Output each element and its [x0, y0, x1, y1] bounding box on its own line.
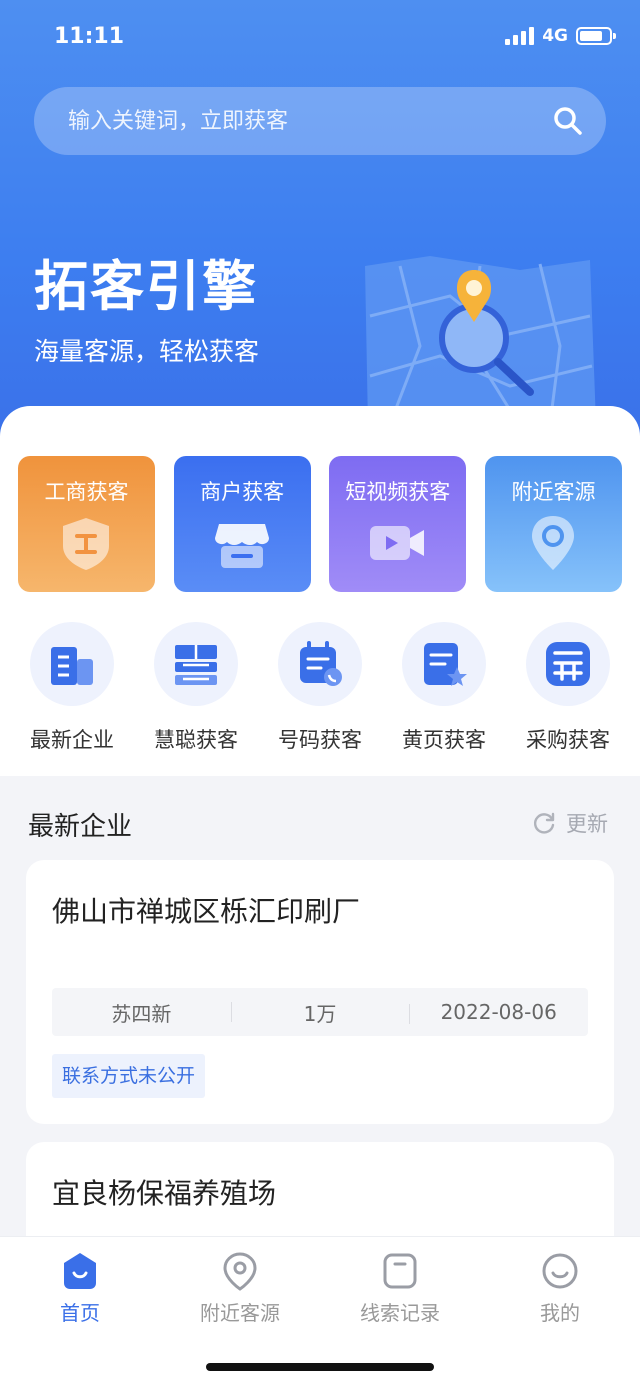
tab-label: 我的 [540, 1301, 580, 1325]
card-label: 附近客源 [511, 480, 596, 504]
enterprise-name: 宜良杨保福养殖场 [52, 1177, 277, 1210]
enterprise-capital: 1万 [230, 998, 410, 1027]
grid-label: 慧聪获客 [154, 728, 238, 752]
grid-label: 采购获客 [526, 728, 610, 752]
enterprise-meta: 苏四新 1万 2022-08-06 [52, 988, 588, 1036]
battery-icon [576, 27, 616, 45]
status-bar: 11:11 4G [0, 22, 640, 56]
card-nearby[interactable]: 附近客源 [484, 456, 622, 592]
search-input[interactable] [68, 108, 528, 134]
grid-item-huicong[interactable]: 慧聪获客 [141, 622, 251, 754]
feature-cards: 工商获客 商户获客 短视频获客 附近客源 [18, 456, 622, 592]
profile-smile-icon [542, 1253, 578, 1289]
purchase-grid-icon [546, 642, 590, 686]
map-search-illustration [365, 256, 596, 426]
location-icon [223, 1252, 257, 1291]
card-merchant[interactable]: 商户获客 [173, 456, 311, 592]
storefront-icon [214, 524, 269, 568]
search-bar[interactable] [34, 87, 606, 155]
network-type: 4G [542, 26, 568, 46]
bottom-tab-bar: 首页 附近客源 线索记录 我的 [0, 1236, 640, 1386]
refresh-label: 更新 [566, 812, 608, 836]
hero-title: 拓客引擎 [34, 255, 258, 318]
tab-nearby[interactable]: 附近客源 [175, 1251, 305, 1326]
refresh-icon [533, 812, 555, 834]
tab-label: 首页 [60, 1301, 100, 1325]
card-label: 工商获客 [44, 480, 129, 504]
hero-banner: 11:11 4G 拓客引擎 海量客源，轻松获客 [0, 0, 640, 470]
contact-status-tag: 联系方式未公开 [52, 1054, 206, 1098]
card-business[interactable]: 工商获客 [18, 456, 155, 592]
card-label: 商户获客 [200, 480, 285, 504]
tab-clue-record[interactable]: 线索记录 [335, 1251, 465, 1326]
card-short-video[interactable]: 短视频获客 [329, 456, 467, 592]
enterprise-date: 2022-08-06 [409, 1000, 588, 1024]
hui-character-icon [175, 645, 217, 685]
section-title: 最新企业 [28, 812, 133, 842]
status-time: 11:11 [54, 24, 125, 49]
enterprise-owner: 苏四新 [111, 1001, 172, 1026]
tab-label: 线索记录 [360, 1301, 440, 1325]
home-icon [64, 1253, 96, 1289]
grid-label: 黄页获客 [402, 728, 486, 752]
business-badge-icon [63, 518, 109, 570]
latest-section-header: 最新企业 更新 [0, 800, 640, 850]
search-icon[interactable] [552, 105, 584, 137]
grid-item-phone[interactable]: 号码获客 [265, 622, 375, 754]
building-icon [51, 647, 93, 685]
hero-subtitle: 海量客源，轻松获客 [34, 337, 260, 366]
grid-item-purchase[interactable]: 采购获客 [513, 622, 623, 754]
home-indicator [206, 1363, 434, 1371]
status-indicators: 4G [505, 26, 616, 46]
yellow-pages-star-icon [424, 643, 467, 686]
location-pin-icon [531, 516, 574, 570]
video-camera-icon [370, 526, 425, 560]
grid-item-latest[interactable]: 最新企业 [17, 622, 127, 754]
tab-label: 附近客源 [200, 1301, 280, 1325]
card-label: 短视频获客 [345, 480, 451, 504]
enterprise-name: 佛山市禅城区栎汇印刷厂 [52, 895, 361, 928]
tab-mine[interactable]: 我的 [495, 1251, 625, 1326]
grid-label: 最新企业 [30, 728, 114, 752]
grid-item-yellow-pages[interactable]: 黄页获客 [389, 622, 499, 754]
tab-home[interactable]: 首页 [15, 1251, 145, 1326]
grid-label: 号码获客 [278, 728, 362, 752]
phone-list-icon [300, 641, 342, 686]
signal-icon [505, 27, 535, 45]
feature-panel: 工商获客 商户获客 短视频获客 附近客源 最新企业 慧聪获客 号码获客 黄页获客… [0, 406, 640, 776]
quick-entry-grid: 最新企业 慧聪获客 号码获客 黄页获客 采购获客 [0, 622, 640, 754]
enterprise-card[interactable]: 佛山市禅城区栎汇印刷厂 苏四新 1万 2022-08-06 联系方式未公开 [26, 860, 614, 1124]
refresh-button[interactable]: 更新 [532, 808, 608, 838]
clue-record-icon [383, 1253, 417, 1289]
